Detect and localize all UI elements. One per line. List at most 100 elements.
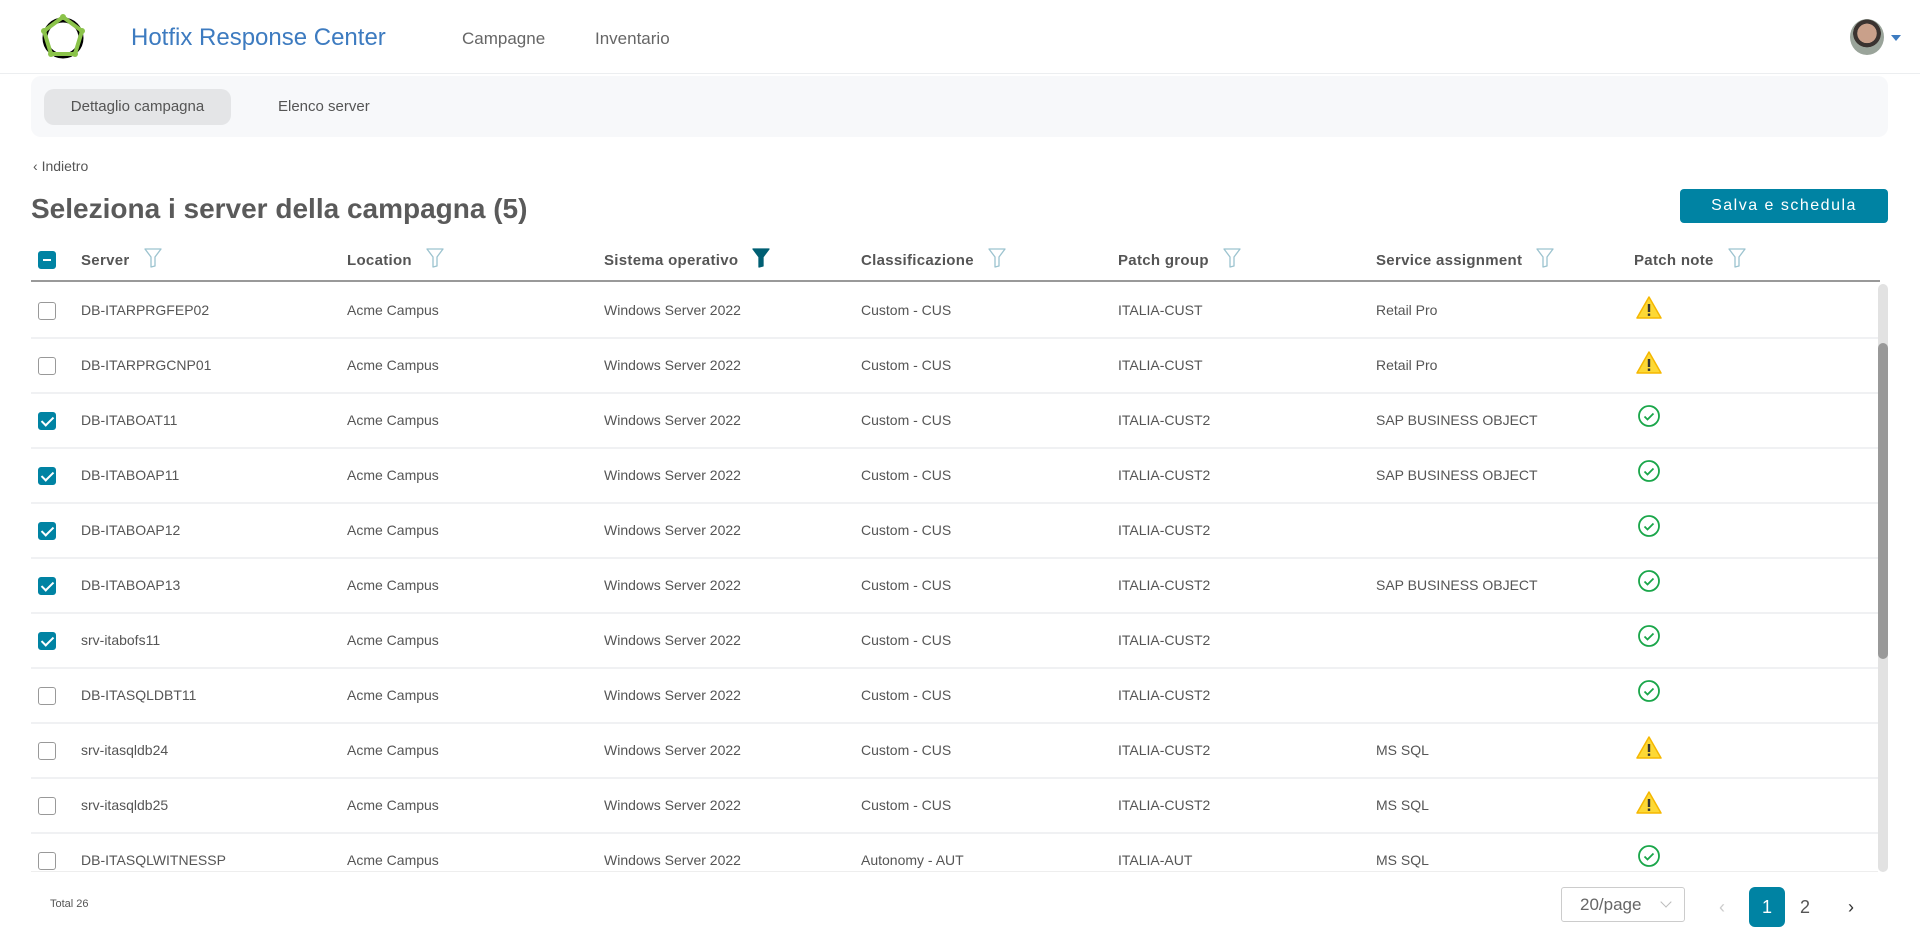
back-link[interactable]: ‹ Indietro [33,158,88,174]
table-row[interactable]: srv-itasqldb24 Acme Campus Windows Server … [31,724,1878,779]
warning-icon [1636,791,1662,814]
row-checkbox[interactable] [38,467,56,485]
cell-location: Acme Campus [347,577,439,593]
cell-os: Windows Server 2022 [604,467,741,483]
table-row[interactable]: DB-ITABOAP11 Acme Campus Windows Server 20… [31,449,1878,504]
table-row[interactable]: DB-ITABOAP13 Acme Campus Windows Server 20… [31,559,1878,614]
cell-class: Custom - CUS [861,412,952,428]
table-row[interactable]: DB-ITABOAP12 Acme Campus Windows Server 20… [31,504,1878,559]
cell-service: Retail Pro [1376,302,1438,318]
caret-down-icon[interactable] [1891,35,1901,46]
next-page-button[interactable]: › [1833,887,1869,927]
app-title: Hotfix Response Center [131,24,386,51]
cell-class: Custom - CUS [861,797,952,813]
column-label: Patch group [1118,251,1209,269]
table-row[interactable]: srv-itasqldb25 Acme Campus Windows Server … [31,779,1878,834]
table-row[interactable]: DB-ITABOAT11 Acme Campus Windows Server 20… [31,394,1878,449]
row-checkbox[interactable] [38,522,56,540]
filter-icon[interactable] [988,248,1006,272]
table-row[interactable]: DB-ITARPRGFEP02 Acme Campus Windows Server… [31,284,1878,339]
filter-icon[interactable] [426,248,444,272]
cell-group: ITALIA-CUST2 [1118,632,1211,648]
column-header: Location [347,248,444,272]
warning-icon [1636,296,1662,319]
row-checkbox[interactable] [38,797,56,815]
select-all-checkbox[interactable] [38,251,56,269]
cell-server: srv-itasqldb24 [81,742,169,758]
warning-icon [1636,351,1662,374]
cell-server: DB-ITASQLDBT11 [81,687,197,703]
column-header: Sistema operativo [604,248,770,272]
column-label: Service assignment [1376,251,1523,269]
cell-location: Acme Campus [347,632,439,648]
row-checkbox[interactable] [38,632,56,650]
cell-group: ITALIA-CUST [1118,357,1203,373]
row-checkbox[interactable] [38,852,56,870]
chevron-left-icon: ‹ [33,158,42,174]
column-header: Patch note [1634,248,1746,272]
table-header: Server Location Sistema operativo Classific… [31,240,1880,282]
row-checkbox[interactable] [38,302,56,320]
page-title: Seleziona i server della campagna (5) [31,193,528,224]
filter-icon[interactable] [1536,248,1554,272]
check-circle-icon [1638,515,1660,537]
page-2-button[interactable]: 2 [1787,887,1823,927]
warning-icon [1636,736,1662,759]
nav-inventario[interactable]: Inventario [595,29,670,49]
column-label: Sistema operativo [604,251,739,269]
cell-class: Custom - CUS [861,522,952,538]
row-checkbox[interactable] [38,357,56,375]
cell-os: Windows Server 2022 [604,687,741,703]
column-label: Patch note [1634,251,1714,269]
cell-class: Custom - CUS [861,302,952,318]
scrollbar-thumb[interactable] [1878,343,1888,659]
table-row[interactable]: DB-ITARPRGCNP01 Acme Campus Windows Server… [31,339,1878,394]
row-checkbox[interactable] [38,687,56,705]
filter-icon[interactable] [1728,248,1746,272]
cell-location: Acme Campus [347,357,439,373]
filter-icon[interactable] [752,248,770,272]
cell-os: Windows Server 2022 [604,522,741,538]
row-checkbox[interactable] [38,742,56,760]
cell-service: SAP BUSINESS OBJECT [1376,577,1538,593]
filter-icon[interactable] [143,248,162,272]
row-checkbox[interactable] [38,412,56,430]
cell-class: Custom - CUS [861,467,952,483]
row-checkbox[interactable] [38,577,56,595]
check-circle-icon [1638,845,1660,867]
prev-page-button[interactable]: ‹ [1704,887,1740,927]
table-row[interactable]: srv-itabofs11 Acme Campus Windows Server 2… [31,614,1878,669]
cell-service: Retail Pro [1376,357,1438,373]
cell-location: Acme Campus [347,797,439,813]
cell-os: Windows Server 2022 [604,302,741,318]
table-row[interactable]: DB-ITASQLDBT11 Acme Campus Windows Server … [31,669,1878,724]
cell-location: Acme Campus [347,302,439,318]
cell-os: Windows Server 2022 [604,632,741,648]
cell-os: Windows Server 2022 [604,357,741,373]
cell-class: Custom - CUS [861,632,952,648]
cell-group: ITALIA-CUST2 [1118,797,1211,813]
page-size-select[interactable]: 20/page [1561,887,1685,922]
tab-elenco-server[interactable]: Elenco server [258,89,390,125]
cell-service: MS SQL [1376,742,1429,758]
check-circle-icon [1638,405,1660,427]
cell-service: MS SQL [1376,797,1429,813]
cell-group: ITALIA-CUST2 [1118,577,1211,593]
server-table: DB-ITARPRGFEP02 Acme Campus Windows Server… [31,284,1878,872]
page-1-button[interactable]: 1 [1749,887,1785,927]
avatar[interactable] [1850,19,1884,55]
cell-service: MS SQL [1376,852,1429,868]
nav-campagne[interactable]: Campagne [462,29,545,49]
cell-location: Acme Campus [347,412,439,428]
column-label: Server [81,251,130,269]
save-and-schedule-button[interactable]: Salva e schedula [1680,189,1888,223]
tab-dettaglio-campagna[interactable]: Dettaglio campagna [44,89,231,125]
check-circle-icon [1638,680,1660,702]
cell-server: DB-ITABOAT11 [81,412,178,428]
cell-server: DB-ITABOAP12 [81,522,181,538]
table-row[interactable]: DB-ITASQLWITNESSP Acme Campus Windows Serv… [31,834,1878,871]
filter-icon[interactable] [1223,248,1241,272]
check-circle-icon [1638,625,1660,647]
cell-group: ITALIA-CUST [1118,302,1203,318]
column-header: Server [81,248,162,272]
